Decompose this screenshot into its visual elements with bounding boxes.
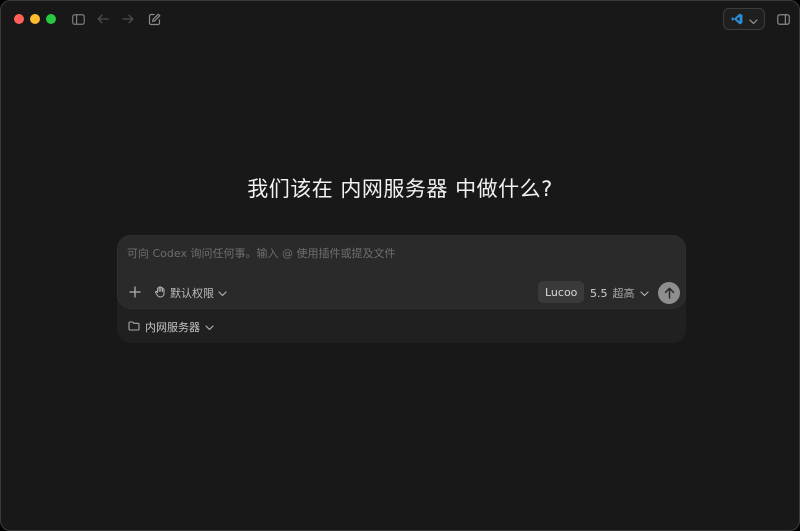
hand-icon (154, 285, 166, 301)
model-selector[interactable]: Lucoo (538, 281, 585, 303)
arrow-up-icon (664, 287, 674, 299)
title-bar (1, 1, 799, 37)
chevron-down-icon (205, 321, 214, 334)
composer-panel: 可向 Codex 询问任何事。输入 @ 使用插件或提及文件 默认权限 Lucoo… (117, 235, 686, 343)
open-in-app-picker[interactable] (723, 8, 765, 30)
vscode-icon (731, 10, 743, 29)
compose-icon[interactable] (146, 11, 162, 27)
close-window-button[interactable] (14, 14, 24, 24)
model-version-label: 5.5 (590, 286, 608, 300)
arrow-right-icon[interactable] (120, 11, 136, 27)
minimize-window-button[interactable] (30, 14, 40, 24)
permissions-dropdown[interactable]: 默认权限 (154, 285, 227, 301)
zoom-window-button[interactable] (46, 14, 56, 24)
add-attachment-button[interactable] (127, 284, 143, 300)
arrow-left-icon[interactable] (95, 11, 111, 27)
effort-label: 超高 (612, 287, 635, 300)
app-window: 我们该在 内网服务器 中做什么? 可向 Codex 询问任何事。输入 @ 使用插… (0, 0, 800, 531)
chevron-down-icon (639, 287, 649, 300)
composer-box: 可向 Codex 询问任何事。输入 @ 使用插件或提及文件 默认权限 Lucoo… (117, 235, 686, 309)
send-button[interactable] (658, 282, 680, 304)
panel-right-icon[interactable] (775, 11, 791, 27)
project-selector[interactable]: 内网服务器 (128, 319, 214, 335)
page-title: 我们该在 内网服务器 中做什么? (247, 177, 553, 201)
chevron-down-icon (748, 10, 758, 29)
folder-icon (128, 320, 140, 334)
permissions-label: 默认权限 (170, 287, 214, 300)
chevron-down-icon (218, 287, 227, 300)
sidebar-icon[interactable] (70, 11, 86, 27)
reasoning-effort-dropdown[interactable]: 5.5 超高 (590, 285, 649, 301)
project-label: 内网服务器 (145, 321, 200, 334)
plus-icon (129, 286, 141, 298)
prompt-input[interactable]: 可向 Codex 询问任何事。输入 @ 使用插件或提及文件 (127, 245, 395, 261)
